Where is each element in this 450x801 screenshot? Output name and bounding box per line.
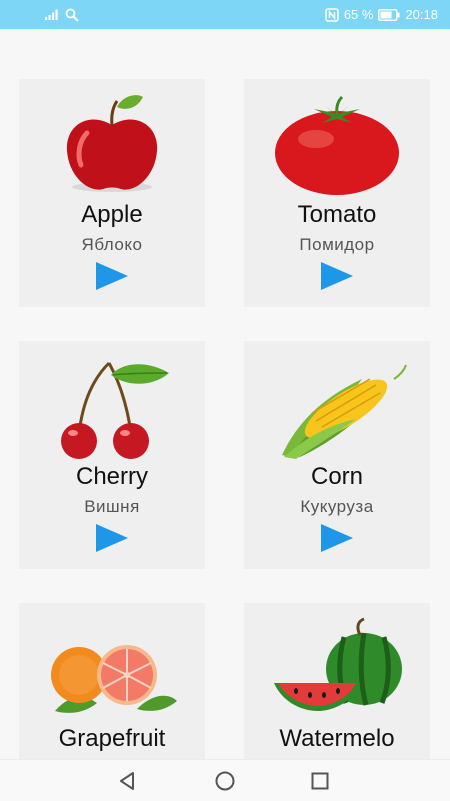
translation-label: Яблоко <box>81 235 143 254</box>
recents-icon[interactable] <box>307 768 333 794</box>
home-icon[interactable] <box>212 768 238 794</box>
status-right: 65 % 20:18 <box>325 7 438 22</box>
word-label: Apple <box>81 201 143 228</box>
word-label: Watermelo <box>279 725 395 752</box>
cherry-image <box>61 361 169 459</box>
battery-percent: 65 % <box>343 7 374 22</box>
card-corn[interactable]: Corn Кукуруза <box>244 341 430 569</box>
back-icon[interactable] <box>114 768 140 794</box>
tomato-image <box>275 95 399 195</box>
word-label: Tomato <box>297 201 377 228</box>
play-icon[interactable] <box>319 261 355 291</box>
card-watermelon[interactable]: Watermelo <box>244 603 430 759</box>
corn-image <box>282 364 407 459</box>
card-apple[interactable]: Apple Яблоко <box>19 79 205 307</box>
navigation-bar <box>0 759 450 801</box>
watermelon-image <box>274 617 402 711</box>
word-label: Cherry <box>75 463 148 490</box>
grapefruit-image <box>51 645 177 713</box>
search-icon <box>65 8 79 22</box>
translation-label: Помидор <box>299 235 375 254</box>
signal-icon <box>45 9 58 20</box>
apple-image <box>66 95 158 192</box>
play-icon[interactable] <box>319 523 355 553</box>
card-tomato[interactable]: Tomato Помидор <box>244 79 430 307</box>
word-label: Corn <box>310 463 364 490</box>
nfc-icon <box>325 7 339 22</box>
word-label: Grapefruit <box>58 725 166 752</box>
word-grid: Apple Яблоко Tomato Помидор Cherry Вишня… <box>0 29 450 759</box>
play-icon[interactable] <box>94 261 130 291</box>
clock: 20:18 <box>405 7 438 22</box>
status-bar: 65 % 20:18 <box>0 0 450 29</box>
card-grapefruit[interactable]: Grapefruit <box>19 603 205 759</box>
card-cherry[interactable]: Cherry Вишня <box>19 341 205 569</box>
play-icon[interactable] <box>94 523 130 553</box>
battery-icon <box>378 8 400 21</box>
status-left <box>44 8 79 22</box>
translation-label: Вишня <box>84 497 140 516</box>
translation-label: Кукуруза <box>300 497 374 516</box>
